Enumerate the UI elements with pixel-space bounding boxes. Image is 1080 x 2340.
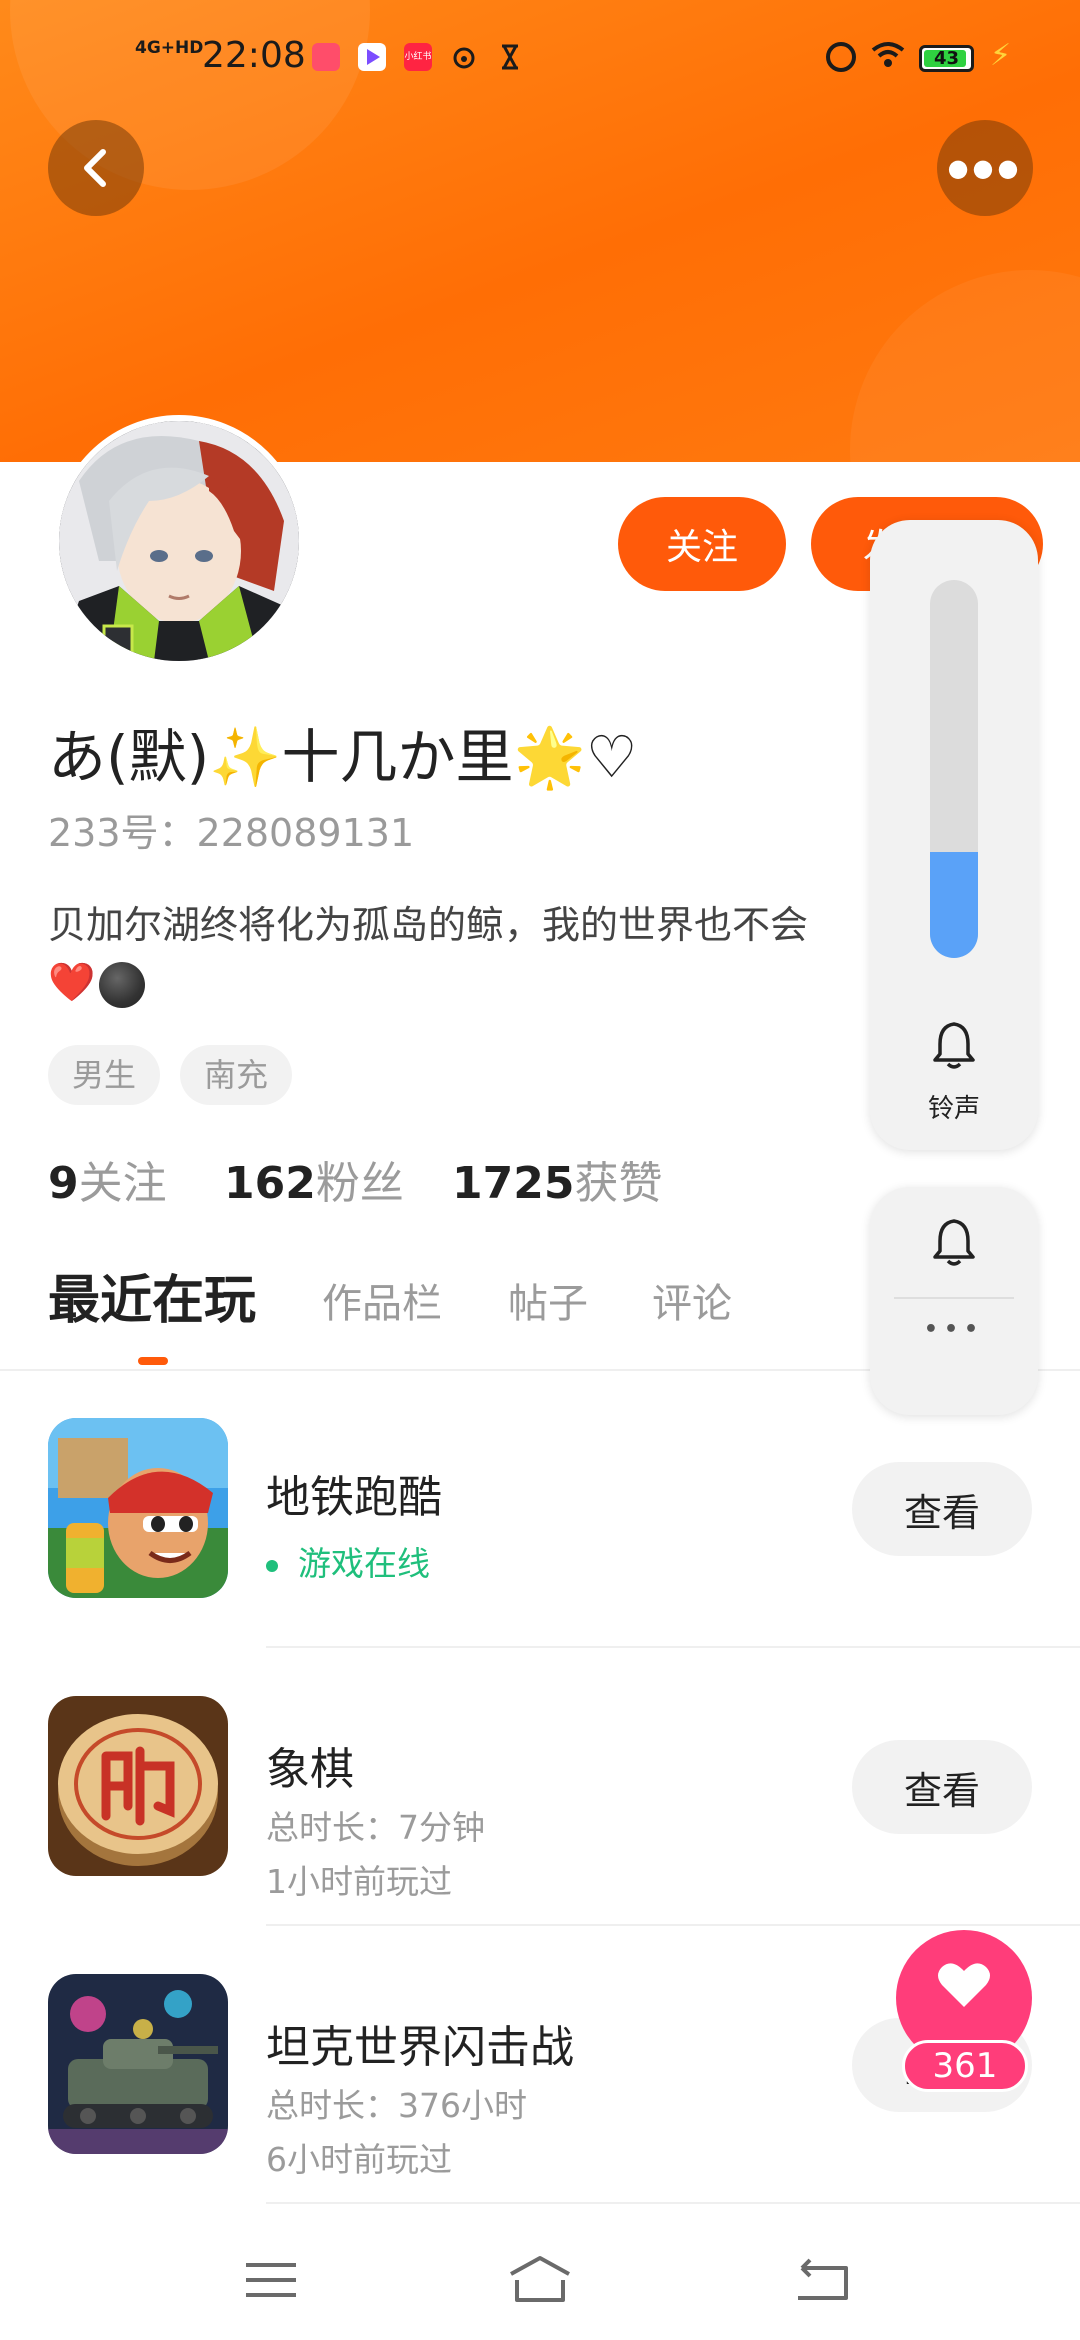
heart-emoji: ❤️: [48, 960, 96, 1004]
user-id: 233号：228089131: [48, 811, 415, 855]
volume-panel: 铃声: [870, 520, 1038, 1150]
world-of-tanks-blitz-icon: [48, 1974, 228, 2154]
play-duration: 总时长：376小时: [266, 2086, 527, 2125]
following-count: 9: [48, 1158, 79, 1209]
subway-surfers-icon: [48, 1418, 228, 1598]
stat-likes: 1725获赞: [452, 1155, 662, 1213]
status-bar: 4G+HD 22:08 小红书 43 ⚡: [0, 0, 1080, 120]
hourglass-icon: [496, 43, 524, 71]
stat-followers[interactable]: 162粉丝: [224, 1155, 404, 1213]
battery-icon: 43: [919, 45, 974, 72]
chinese-chess-icon: [48, 1696, 228, 1876]
game-row[interactable]: 象棋 总时长：7分钟 1小时前玩过 查看: [0, 1648, 1080, 1924]
new-moon-emoji-icon: [99, 961, 146, 1008]
follow-button[interactable]: 关注: [618, 497, 786, 591]
heart-icon: [938, 1963, 990, 2007]
system-navigation-bar: [0, 2220, 1080, 2340]
online-dot-icon: [266, 1559, 278, 1572]
play-duration: 总时长：7分钟: [266, 1808, 485, 1847]
game-name: 象棋: [266, 1744, 354, 1795]
view-button[interactable]: 查看: [852, 1462, 1032, 1556]
more-sound-options-icon[interactable]: •••: [870, 1317, 1038, 1342]
volume-level-fill: [930, 852, 978, 958]
volume-slider[interactable]: [930, 580, 978, 958]
ringtone-label: 铃声: [927, 1094, 980, 1124]
like-count-badge: 361: [902, 2040, 1028, 2092]
more-options-button[interactable]: ●●●: [937, 120, 1033, 216]
ring-mode-bell-icon[interactable]: [932, 1217, 976, 1267]
network-indicator: 4G+HD: [135, 38, 204, 58]
bio: 贝加尔湖终将化为孤岛的鲸，我的世界也不会: [48, 903, 809, 947]
battery-level: 43: [933, 48, 960, 69]
tab-recently-played[interactable]: 最近在玩: [48, 1270, 256, 1332]
red-app-icon: [312, 43, 340, 71]
divider: [266, 2202, 1080, 2204]
home-icon[interactable]: [505, 2250, 575, 2310]
following-label: 关注: [78, 1158, 167, 1209]
game-name: 地铁跑酷: [266, 1472, 442, 1523]
tab-posts[interactable]: 帖子: [508, 1275, 588, 1333]
weibo-icon: [450, 43, 478, 71]
online-status: 游戏在线: [266, 1542, 430, 1586]
bio-emoji-line: ❤️: [48, 957, 146, 1008]
followers-label: 粉丝: [315, 1158, 404, 1209]
tab-indicator: [138, 1357, 168, 1365]
charging-icon: ⚡: [990, 38, 1012, 73]
stat-following[interactable]: 9关注: [48, 1155, 167, 1213]
likes-label: 获赞: [574, 1158, 663, 1209]
status-time: 22:08: [202, 35, 306, 76]
back-nav-icon[interactable]: [788, 2250, 858, 2310]
sound-mode-panel: •••: [870, 1187, 1038, 1415]
last-played: 1小时前玩过: [266, 1862, 452, 1901]
avatar[interactable]: [53, 415, 305, 667]
video-app-icon: [358, 43, 386, 71]
more-icon: ●●●: [947, 154, 1023, 182]
back-button[interactable]: [48, 120, 144, 216]
view-button[interactable]: 查看: [852, 1740, 1032, 1834]
bell-icon: [933, 1022, 975, 1069]
last-played: 6小时前玩过: [266, 2140, 452, 2179]
nickname: あ(默)✨十几か里🌟♡: [48, 723, 638, 791]
game-name: 坦克世界闪击战: [266, 2022, 574, 2073]
divider: [894, 1297, 1014, 1299]
menu-icon[interactable]: [236, 2250, 306, 2310]
wifi-icon: [870, 40, 906, 70]
tab-works[interactable]: 作品栏: [322, 1275, 442, 1333]
chevron-left-icon: [84, 149, 106, 187]
online-status-label: 游戏在线: [298, 1544, 430, 1583]
tag-location: 南充: [180, 1045, 293, 1105]
likes-count: 1725: [452, 1158, 575, 1209]
alarm-icon: [826, 42, 856, 72]
followers-count: 162: [224, 1158, 316, 1209]
xiaohongshu-icon: 小红书: [404, 43, 432, 71]
tag-gender: 男生: [48, 1045, 161, 1105]
tab-comments[interactable]: 评论: [652, 1275, 732, 1333]
